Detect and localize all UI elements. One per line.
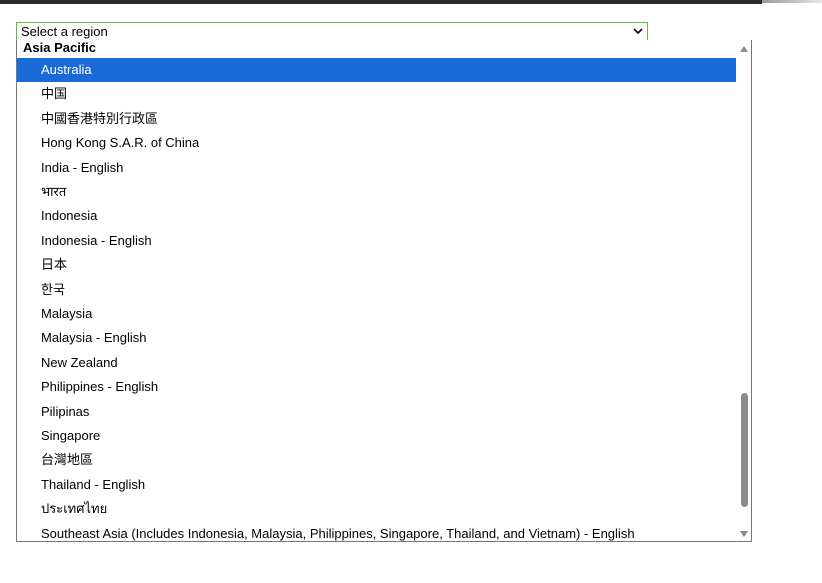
scrollbar-thumb[interactable] [741,393,748,507]
region-option[interactable]: Thailand - English [17,473,736,497]
chevron-down-icon [633,28,643,35]
region-option[interactable]: New Zealand [17,351,736,375]
dropdown-scrollbar[interactable] [736,40,751,541]
region-option[interactable]: Malaysia - English [17,326,736,350]
region-option[interactable]: Indonesia - English [17,229,736,253]
region-option[interactable]: 日本 [17,253,736,277]
region-option[interactable]: Pilipinas [17,400,736,424]
region-option[interactable]: Southeast Asia (Includes Indonesia, Mala… [17,522,736,541]
optgroup-label-asia-pacific: Asia Pacific [23,40,96,55]
region-option[interactable]: Indonesia [17,204,736,228]
region-option[interactable]: भारत [17,180,736,204]
region-option[interactable]: 台灣地區 [17,448,736,472]
region-option[interactable]: Hong Kong S.A.R. of China [17,131,736,155]
region-option[interactable]: 中國香港特別行政區 [17,107,736,131]
region-option[interactable]: Malaysia [17,302,736,326]
region-dropdown-list[interactable]: Asia Pacific Australia 中国 中國香港特別行政區 Hong Ko… [16,40,752,542]
region-select-value: Select a region [21,24,108,39]
region-option[interactable]: 한국 [17,278,736,302]
region-select[interactable]: Select a region [16,22,648,41]
region-option[interactable]: 中国 [17,82,736,106]
top-bar-edge [762,0,822,3]
region-option[interactable]: Singapore [17,424,736,448]
region-option[interactable]: India - English [17,156,736,180]
region-option[interactable]: Philippines - English [17,375,736,399]
region-option[interactable]: ประเทศไทย [17,497,736,521]
region-option[interactable]: Australia [17,58,736,82]
triangle-up-icon[interactable] [739,44,749,54]
triangle-down-icon[interactable] [739,529,749,539]
top-bar [0,0,762,4]
